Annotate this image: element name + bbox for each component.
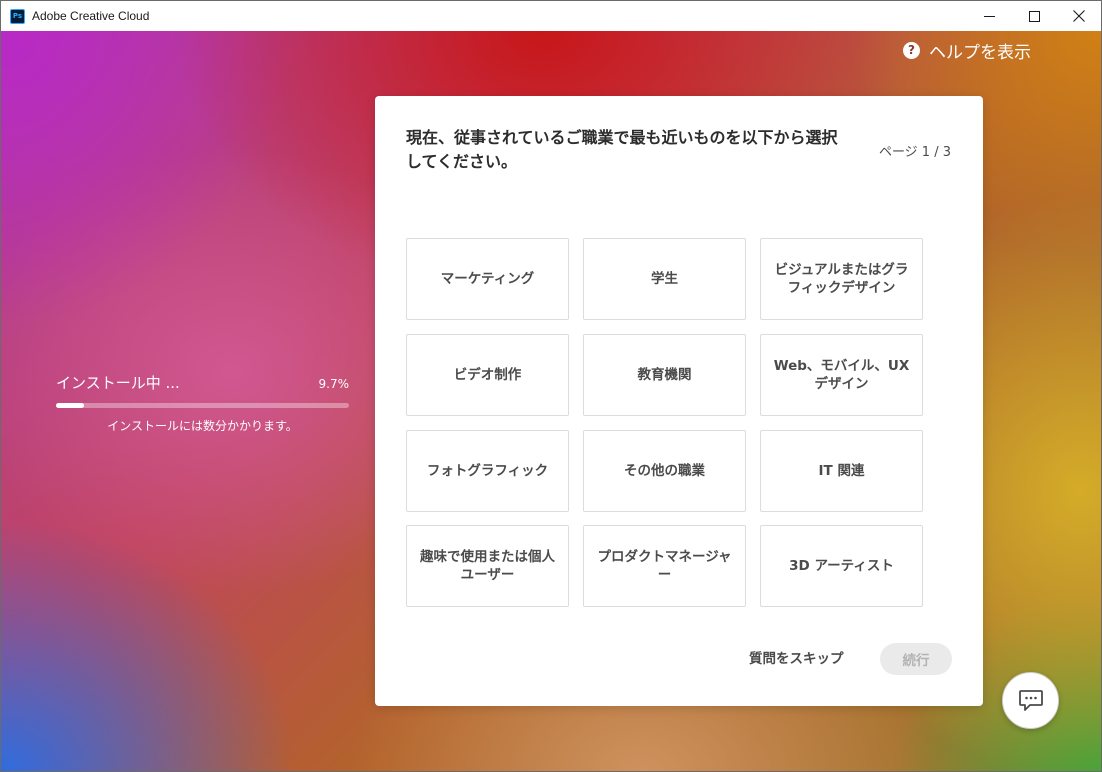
close-icon	[1073, 10, 1085, 22]
option-web-mobile-ux-design[interactable]: Web、モバイル、UX デザイン	[760, 334, 923, 416]
help-icon: ?	[903, 41, 920, 59]
survey-question: 現在、従事されているご職業で最も近いものを以下から選択してください。	[406, 128, 838, 171]
occupation-options-grid: マーケティング 学生 ビジュアルまたはグラフィックデザイン ビデオ制作 教育機関…	[406, 238, 923, 607]
minimize-button[interactable]	[966, 1, 1012, 31]
minimize-icon	[983, 15, 995, 17]
option-hobby-personal[interactable]: 趣味で使用または個人ユーザー	[406, 525, 569, 607]
install-note: インストールには数分かかります。	[107, 419, 298, 433]
help-link[interactable]: ? ヘルプを表示	[903, 38, 1031, 63]
window-title: Adobe Creative Cloud	[32, 9, 150, 23]
option-education[interactable]: 教育機関	[583, 334, 746, 416]
option-student[interactable]: 学生	[583, 238, 746, 320]
progress-bar-fill	[56, 403, 85, 408]
option-product-manager[interactable]: プロダクトマネージャー	[583, 525, 746, 607]
option-3d-artist[interactable]: 3D アーティスト	[760, 525, 923, 607]
option-video-production[interactable]: ビデオ制作	[406, 334, 569, 416]
close-button[interactable]	[1056, 1, 1102, 31]
help-label: ヘルプを表示	[929, 42, 1031, 63]
option-marketing[interactable]: マーケティング	[406, 238, 569, 320]
continue-button[interactable]: 続行	[880, 643, 952, 675]
option-visual-graphic-design[interactable]: ビジュアルまたはグラフィックデザイン	[760, 238, 923, 320]
page-indicator: ページ 1 / 3	[878, 145, 951, 160]
photoshop-app-icon: Ps	[10, 9, 25, 24]
install-percent: 9.7%	[318, 377, 350, 391]
install-status: インストール中 ...	[56, 374, 180, 392]
chat-button[interactable]	[1002, 672, 1059, 729]
progress-bar	[56, 403, 349, 408]
maximize-icon	[1028, 10, 1040, 22]
option-it[interactable]: IT 関連	[760, 430, 923, 512]
chat-icon	[1018, 689, 1043, 711]
maximize-button[interactable]	[1011, 1, 1057, 31]
window-title-bar: Ps Adobe Creative Cloud	[0, 0, 1102, 31]
occupation-survey-card: 現在、従事されているご職業で最も近いものを以下から選択してください。 ページ 1…	[375, 96, 983, 706]
option-other-occupation[interactable]: その他の職業	[583, 430, 746, 512]
skip-question-link[interactable]: 質問をスキップ	[749, 647, 844, 667]
option-photography[interactable]: フォトグラフィック	[406, 430, 569, 512]
